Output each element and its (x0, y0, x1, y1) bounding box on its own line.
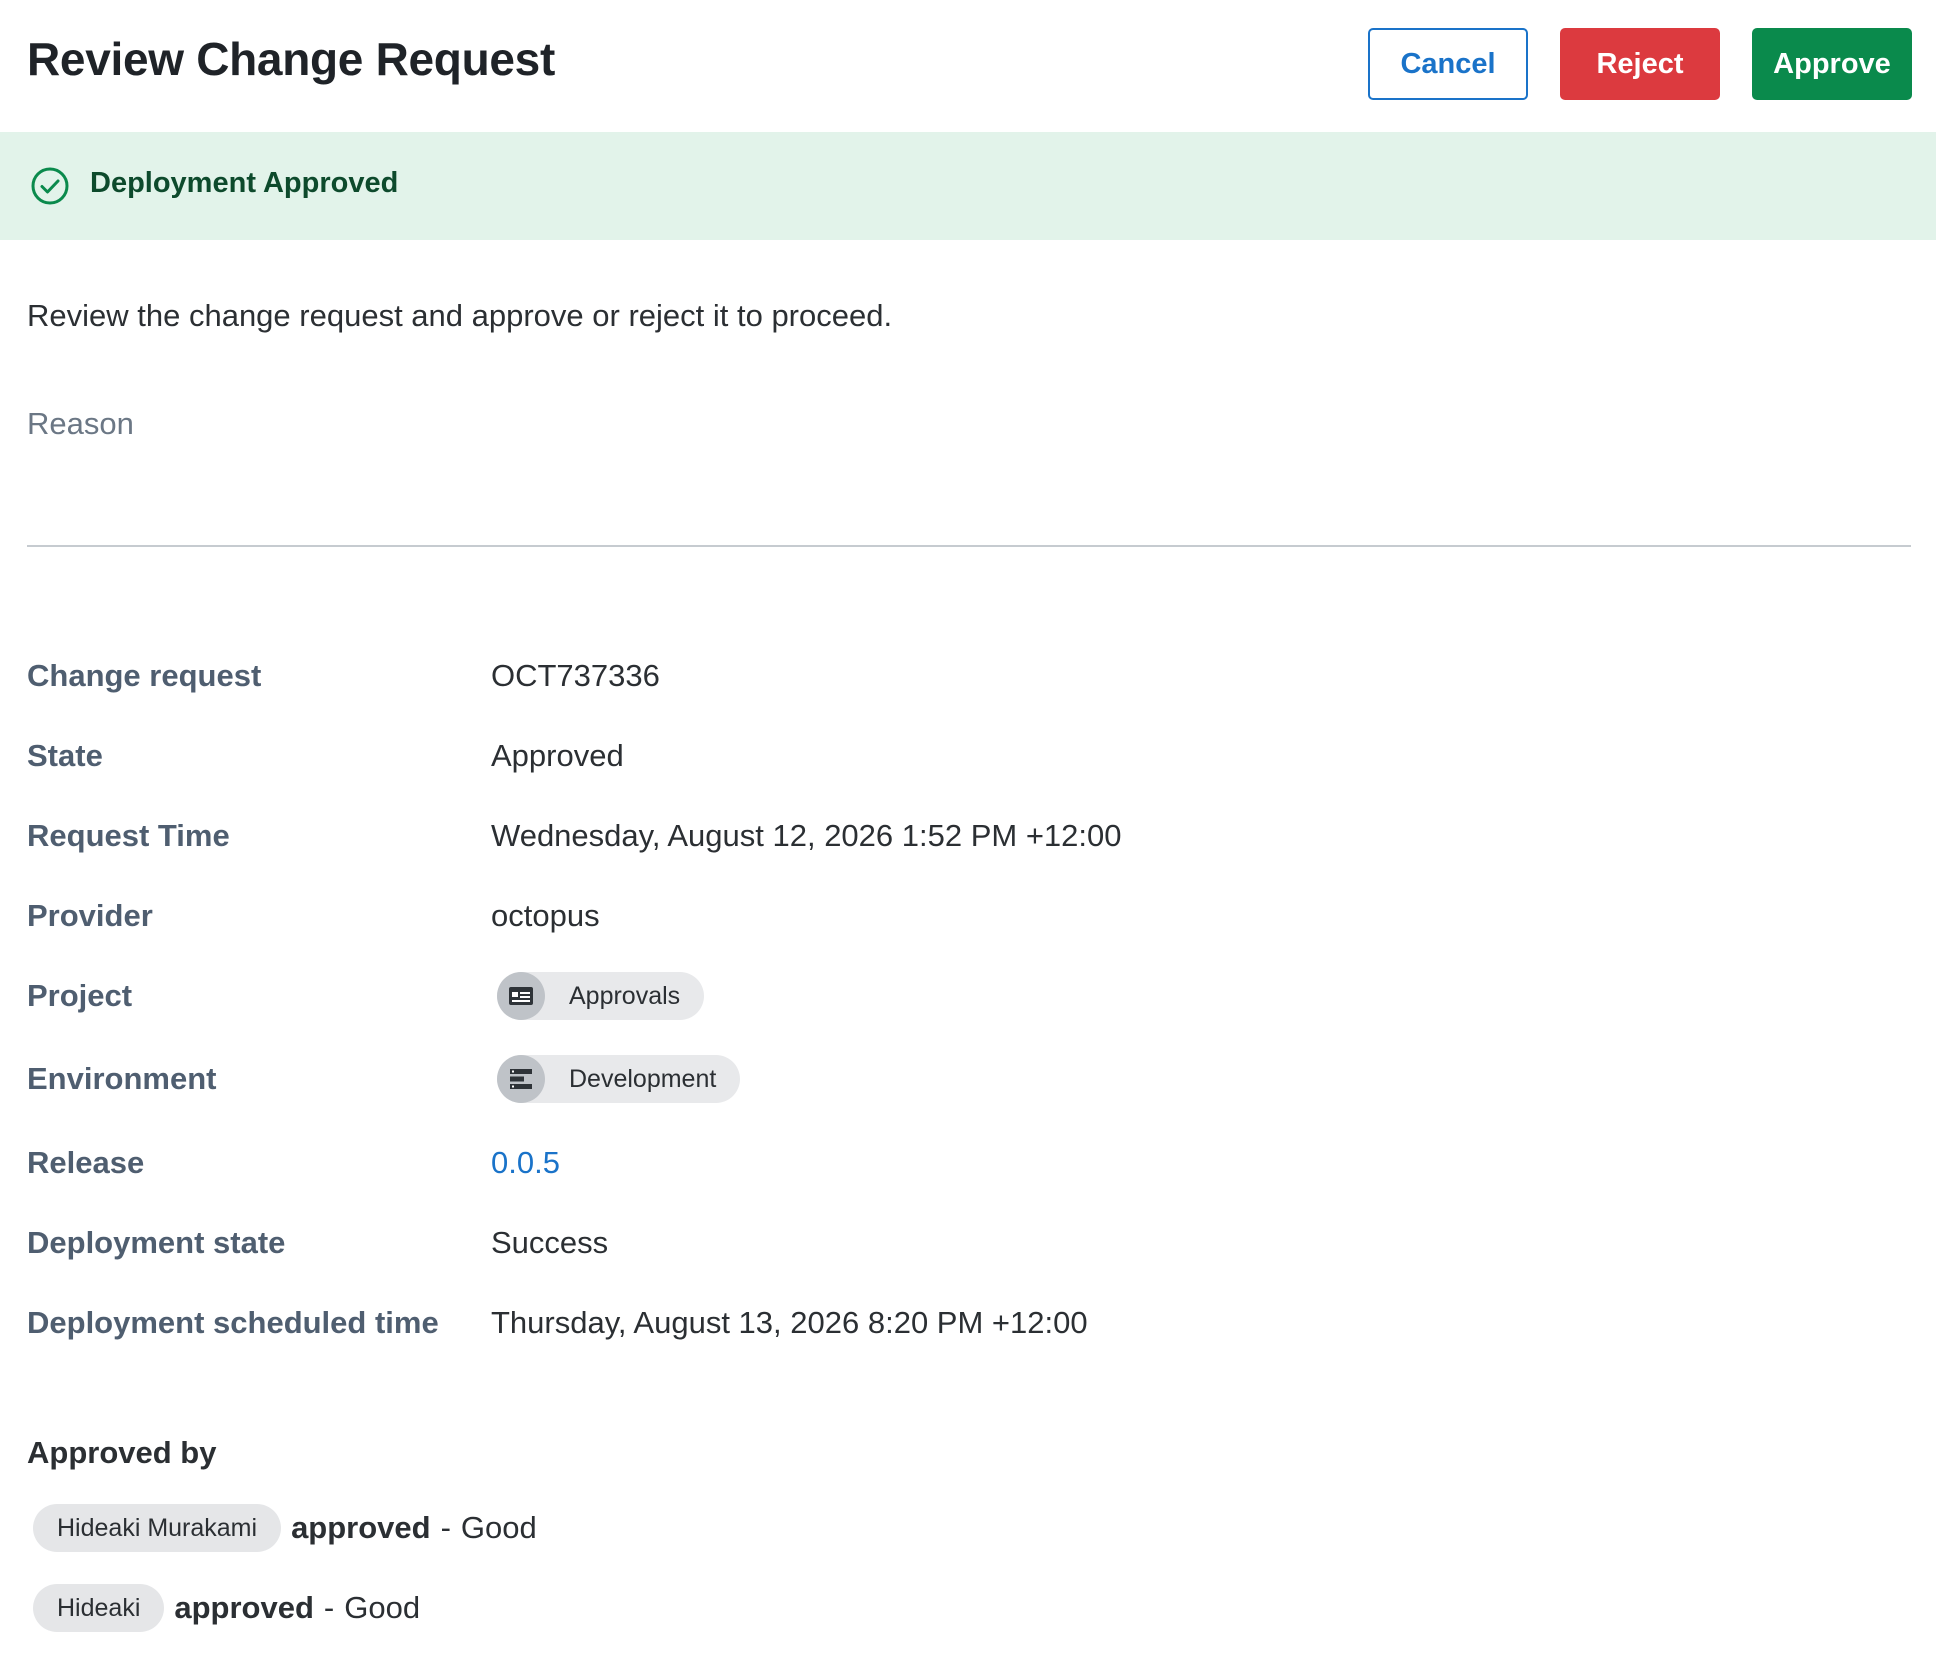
detail-label: Deployment scheduled time (27, 1305, 439, 1340)
request-time-value: Wednesday, August 12, 2026 1:52 PM +12:0… (491, 818, 1122, 853)
approval-entry: Hideaki Murakami approved - Good (33, 1503, 537, 1553)
project-chip-label: Approvals (569, 981, 681, 1010)
project-chip[interactable]: Approvals (497, 972, 705, 1020)
change-request-value: OCT737336 (491, 658, 660, 693)
banner-text: Deployment Approved (90, 167, 399, 199)
approval-action: approved (174, 1590, 314, 1625)
deployment-state-value: Success (491, 1225, 609, 1260)
project-card-icon (497, 972, 545, 1020)
environment-chip[interactable]: Development (497, 1055, 741, 1103)
detail-row-state: State Approved (27, 738, 1907, 798)
approver-chip[interactable]: Hideaki Murakami (33, 1504, 282, 1552)
detail-row-project: Project Approvals (27, 972, 1907, 1038)
approval-comment: Good (344, 1590, 421, 1625)
approved-by-heading: Approved by (27, 1435, 217, 1470)
detail-row-deployment-scheduled-time: Deployment scheduled time Thursday, Augu… (27, 1305, 1907, 1365)
environment-server-icon (497, 1055, 545, 1103)
check-circle-icon (31, 167, 69, 205)
approval-comment: Good (460, 1510, 537, 1545)
reason-field-underline (27, 545, 1911, 547)
page-title: Review Change Request (27, 33, 555, 85)
approval-separator: - (440, 1510, 451, 1545)
reject-button[interactable]: Reject (1560, 28, 1720, 100)
environment-chip-label: Development (569, 1064, 717, 1093)
approval-separator: - (323, 1590, 335, 1625)
detail-label: Release (27, 1145, 145, 1180)
deployment-scheduled-time-value: Thursday, August 13, 2026 8:20 PM +12:00 (491, 1305, 1088, 1340)
detail-label: Provider (27, 898, 153, 933)
cancel-button[interactable]: Cancel (1368, 28, 1528, 100)
detail-row-deployment-state: Deployment state Success (27, 1225, 1907, 1285)
release-link[interactable]: 0.0.5 (491, 1145, 560, 1181)
page-header: Review Change Request Cancel Reject Appr… (0, 0, 1936, 132)
detail-row-change-request: Change request OCT737336 (27, 658, 1907, 718)
state-value: Approved (491, 738, 624, 773)
detail-label: State (27, 738, 103, 773)
detail-label: Project (27, 978, 133, 1013)
detail-row-release: Release 0.0.5 (27, 1145, 1907, 1205)
approver-chip[interactable]: Hideaki (33, 1584, 165, 1632)
intro-text: Review the change request and approve or… (27, 298, 893, 333)
detail-label: Deployment state (27, 1225, 286, 1260)
detail-label: Request Time (27, 818, 230, 853)
detail-label: Change request (27, 658, 262, 693)
approval-entry: Hideaki approved - Good (33, 1583, 420, 1633)
approve-button[interactable]: Approve (1752, 28, 1912, 100)
provider-value: octopus (491, 898, 600, 933)
reason-field[interactable]: Reason (27, 406, 134, 442)
detail-row-request-time: Request Time Wednesday, August 12, 2026 … (27, 818, 1907, 878)
detail-label: Environment (27, 1061, 217, 1096)
detail-row-environment: Environment Development (27, 1055, 1907, 1121)
approval-action: approved (291, 1510, 431, 1545)
detail-row-provider: Provider octopus (27, 898, 1907, 958)
